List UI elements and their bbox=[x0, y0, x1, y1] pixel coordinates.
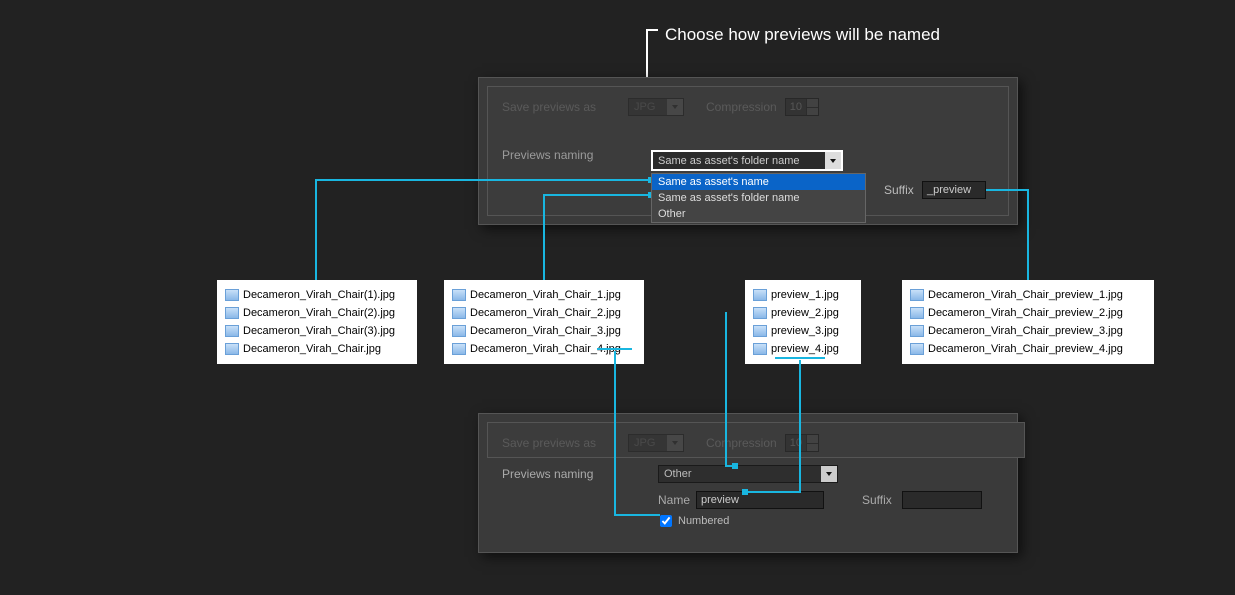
file-list-folder-naming: Decameron_Virah_Chair(1).jpg Decameron_V… bbox=[217, 280, 417, 364]
compression-label: Compression bbox=[684, 100, 777, 114]
previews-naming-label: Previews naming bbox=[502, 467, 593, 481]
compression-stepper[interactable]: 10 bbox=[785, 434, 819, 452]
file-name: Decameron_Virah_Chair_1.jpg bbox=[470, 289, 621, 301]
list-item[interactable]: Decameron_Virah_Chair(1).jpg bbox=[225, 286, 407, 304]
image-file-icon bbox=[753, 289, 767, 301]
naming-dropdown-value: Same as asset's folder name bbox=[658, 155, 800, 167]
file-name: preview_2.jpg bbox=[771, 307, 839, 319]
image-file-icon bbox=[225, 343, 239, 355]
file-name: preview_3.jpg bbox=[771, 325, 839, 337]
file-name: Decameron_Virah_Chair(2).jpg bbox=[243, 307, 395, 319]
suffix-label: Suffix bbox=[862, 493, 892, 507]
file-name: preview_4.jpg bbox=[771, 343, 839, 355]
file-name: Decameron_Virah_Chair_preview_3.jpg bbox=[928, 325, 1123, 337]
panel-bottom-inner: Save previews as JPG Compression 10 Prev… bbox=[487, 422, 1025, 458]
file-name: Decameron_Virah_Chair(3).jpg bbox=[243, 325, 395, 337]
file-name: Decameron_Virah_Chair_3.jpg bbox=[470, 325, 621, 337]
list-item[interactable]: Decameron_Virah_Chair_1.jpg bbox=[452, 286, 634, 304]
callout-horizontal-line bbox=[646, 29, 658, 31]
suffix-label: Suffix bbox=[884, 183, 914, 197]
numbered-checkbox-row: Numbered bbox=[660, 515, 729, 527]
file-name: Decameron_Virah_Chair_4.jpg bbox=[470, 343, 621, 355]
image-file-icon bbox=[452, 325, 466, 337]
file-name: Decameron_Virah_Chair_preview_1.jpg bbox=[928, 289, 1123, 301]
file-list-suffix-naming: Decameron_Virah_Chair_preview_1.jpg Deca… bbox=[902, 280, 1154, 364]
list-item[interactable]: Decameron_Virah_Chair.jpg bbox=[225, 340, 407, 358]
image-file-icon bbox=[753, 343, 767, 355]
save-previews-label: Save previews as bbox=[488, 100, 628, 114]
image-file-icon bbox=[910, 325, 924, 337]
file-name: Decameron_Virah_Chair_2.jpg bbox=[470, 307, 621, 319]
list-item[interactable]: preview_1.jpg bbox=[753, 286, 851, 304]
compression-stepper[interactable]: 10 bbox=[785, 98, 819, 116]
chevron-down-icon bbox=[667, 435, 683, 451]
list-item[interactable]: Decameron_Virah_Chair_preview_3.jpg bbox=[910, 322, 1144, 340]
save-previews-label: Save previews as bbox=[488, 436, 628, 450]
naming-option[interactable]: Same as asset's folder name bbox=[652, 190, 865, 206]
file-name: Decameron_Virah_Chair.jpg bbox=[243, 343, 381, 355]
stepper-spin-icon bbox=[806, 99, 818, 115]
file-name: Decameron_Virah_Chair_preview_2.jpg bbox=[928, 307, 1123, 319]
image-file-icon bbox=[910, 307, 924, 319]
naming-option[interactable]: Other bbox=[652, 206, 865, 222]
image-file-icon bbox=[452, 307, 466, 319]
suffix-input[interactable] bbox=[902, 491, 982, 509]
chevron-down-icon bbox=[821, 466, 837, 482]
file-name: preview_1.jpg bbox=[771, 289, 839, 301]
file-name: Decameron_Virah_Chair(1).jpg bbox=[243, 289, 395, 301]
name-value: preview bbox=[701, 494, 739, 506]
image-file-icon bbox=[452, 289, 466, 301]
image-file-icon bbox=[910, 289, 924, 301]
naming-dropdown-bottom[interactable]: Other bbox=[658, 465, 838, 483]
list-item[interactable]: Decameron_Virah_Chair_2.jpg bbox=[452, 304, 634, 322]
compression-value: 10 bbox=[790, 437, 802, 449]
name-input[interactable]: preview bbox=[696, 491, 824, 509]
panel-previews-naming-bottom: Save previews as JPG Compression 10 Prev… bbox=[478, 413, 1018, 553]
format-select[interactable]: JPG bbox=[628, 434, 684, 452]
previews-naming-label: Previews naming bbox=[488, 148, 628, 162]
name-label: Name bbox=[658, 493, 690, 507]
format-value: JPG bbox=[634, 101, 655, 113]
file-list-other-naming: preview_1.jpg preview_2.jpg preview_3.jp… bbox=[745, 280, 861, 364]
callout-vertical-line bbox=[646, 29, 648, 77]
chevron-down-icon bbox=[667, 99, 683, 115]
numbered-checkbox[interactable] bbox=[660, 515, 672, 527]
list-item[interactable]: Decameron_Virah_Chair(3).jpg bbox=[225, 322, 407, 340]
suffix-input[interactable]: _preview bbox=[922, 181, 986, 199]
list-item[interactable]: Decameron_Virah_Chair_4.jpg bbox=[452, 340, 634, 358]
file-name: Decameron_Virah_Chair_preview_4.jpg bbox=[928, 343, 1123, 355]
list-item[interactable]: preview_2.jpg bbox=[753, 304, 851, 322]
format-select[interactable]: JPG bbox=[628, 98, 684, 116]
image-file-icon bbox=[225, 289, 239, 301]
format-value: JPG bbox=[634, 437, 655, 449]
image-file-icon bbox=[225, 325, 239, 337]
compression-value: 10 bbox=[790, 101, 802, 113]
file-list-asset-naming: Decameron_Virah_Chair_1.jpg Decameron_Vi… bbox=[444, 280, 644, 364]
list-item[interactable]: Decameron_Virah_Chair(2).jpg bbox=[225, 304, 407, 322]
list-item[interactable]: Decameron_Virah_Chair_preview_1.jpg bbox=[910, 286, 1144, 304]
suffix-value: _preview bbox=[927, 184, 971, 196]
list-item[interactable]: preview_3.jpg bbox=[753, 322, 851, 340]
naming-option[interactable]: Same as asset's name bbox=[652, 174, 865, 190]
chevron-down-icon bbox=[825, 152, 841, 169]
image-file-icon bbox=[225, 307, 239, 319]
callout-text: Choose how previews will be named bbox=[665, 25, 940, 45]
image-file-icon bbox=[910, 343, 924, 355]
naming-dropdown-value: Other bbox=[664, 468, 692, 480]
compression-label: Compression bbox=[684, 436, 777, 450]
stepper-spin-icon bbox=[806, 435, 818, 451]
list-item[interactable]: Decameron_Virah_Chair_3.jpg bbox=[452, 322, 634, 340]
list-item[interactable]: Decameron_Virah_Chair_preview_2.jpg bbox=[910, 304, 1144, 322]
image-file-icon bbox=[753, 307, 767, 319]
image-file-icon bbox=[452, 343, 466, 355]
list-item[interactable]: Decameron_Virah_Chair_preview_4.jpg bbox=[910, 340, 1144, 358]
naming-dropdown[interactable]: Same as asset's folder name bbox=[651, 150, 843, 171]
list-item[interactable]: preview_4.jpg bbox=[753, 340, 851, 358]
image-file-icon bbox=[753, 325, 767, 337]
naming-dropdown-list: Same as asset's name Same as asset's fol… bbox=[651, 173, 866, 223]
numbered-label: Numbered bbox=[678, 515, 729, 527]
